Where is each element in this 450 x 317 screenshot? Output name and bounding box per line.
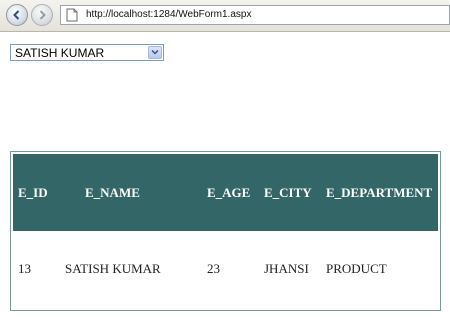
table-header-row: E_ID E_NAME E_AGE E_CITY E_DEPARTMENT [13, 154, 438, 231]
chevron-down-icon [151, 49, 159, 55]
cell-e-city: JHANSI [264, 261, 309, 276]
back-button[interactable] [6, 4, 28, 26]
header-e-id: E_ID [13, 154, 55, 231]
page-icon [66, 8, 78, 22]
table-row: 13 SATISH KUMAR 23 JHANSI PRODUCT [13, 231, 438, 307]
employee-select-value: SATISH KUMAR [15, 46, 105, 60]
header-e-department: E_DEPARTMENT [321, 154, 438, 231]
employee-select[interactable]: SATISH KUMAR [10, 44, 164, 61]
cell-e-age: 23 [207, 261, 220, 276]
forward-arrow-icon [39, 10, 46, 20]
address-bar[interactable]: http://localhost:1284/WebForm1.aspx [60, 5, 450, 25]
cell-e-name: SATISH KUMAR [65, 261, 161, 276]
url-text: http://localhost:1284/WebForm1.aspx [86, 9, 252, 20]
employee-grid: E_ID E_NAME E_AGE E_CITY E_DEPARTMENT 13… [10, 151, 441, 311]
header-e-city: E_CITY [259, 154, 321, 231]
cell-e-id: 13 [18, 261, 31, 276]
forward-button[interactable] [31, 4, 53, 26]
dropdown-button[interactable] [148, 46, 162, 59]
employee-table: E_ID E_NAME E_AGE E_CITY E_DEPARTMENT 13… [13, 154, 438, 307]
header-e-age: E_AGE [202, 154, 259, 231]
back-arrow-icon [13, 10, 20, 20]
header-e-name: E_NAME [55, 154, 202, 231]
browser-toolbar: http://localhost:1284/WebForm1.aspx [0, 0, 450, 32]
cell-e-department: PRODUCT [326, 261, 387, 276]
